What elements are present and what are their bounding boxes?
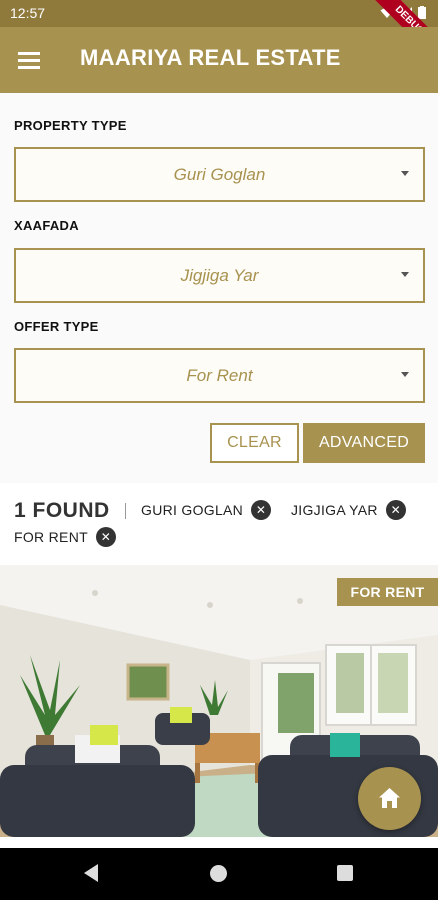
filter-chip-label: FOR RENT — [14, 529, 88, 545]
dropdown-arrow-icon — [401, 372, 409, 377]
xaafada-label: XAAFADA — [14, 218, 79, 233]
close-circle-icon[interactable]: ✕ — [385, 500, 406, 520]
menu-icon[interactable] — [18, 49, 46, 71]
dropdown-arrow-icon — [401, 272, 409, 277]
property-type-label: PROPERTY TYPE — [14, 118, 127, 133]
filter-chip-label: GURI GOGLAN — [141, 502, 244, 518]
back-icon[interactable] — [84, 864, 98, 882]
close-circle-icon[interactable]: ✕ — [251, 500, 272, 520]
status-bar: 12:57 DEBUG — [0, 0, 438, 67]
filter-panel: PROPERTY TYPE Guri Goglan XAAFADA Jigjig… — [0, 93, 438, 483]
offer-badge: FOR RENT — [337, 578, 438, 606]
filter-chip: GURI GOGLAN ✕ — [141, 500, 272, 520]
app-bar: MAARIYA REAL ESTATE — [0, 27, 438, 93]
offer-type-select[interactable]: For Rent — [14, 348, 425, 403]
recents-icon[interactable] — [337, 865, 353, 881]
offer-type-label: OFFER TYPE — [14, 319, 99, 334]
status-time: 12:57 — [10, 5, 46, 21]
close-circle-icon[interactable]: ✕ — [95, 527, 116, 547]
advanced-button[interactable]: ADVANCED — [303, 423, 425, 463]
property-type-select[interactable]: Guri Goglan — [14, 147, 425, 202]
filter-chip: JIGJIGA YAR ✕ — [291, 500, 406, 520]
divider — [125, 503, 126, 519]
filter-chip-label: JIGJIGA YAR — [291, 502, 378, 518]
xaafada-select[interactable]: Jigjiga Yar — [14, 248, 425, 303]
navigation-bar — [0, 848, 438, 900]
results-count: 1 FOUND — [14, 499, 110, 522]
offer-type-value: For Rent — [186, 366, 253, 385]
home-icon — [379, 788, 400, 808]
dropdown-arrow-icon — [401, 171, 409, 176]
home-circle-icon[interactable] — [210, 865, 227, 882]
home-button[interactable] — [358, 767, 421, 830]
xaafada-value: Jigjiga Yar — [180, 266, 259, 285]
results-bar: 1 FOUND GURI GOGLAN ✕ JIGJIGA YAR ✕ FOR … — [0, 483, 438, 565]
battery-icon — [418, 6, 426, 19]
filter-chip: FOR RENT ✕ — [14, 527, 116, 547]
clear-button[interactable]: CLEAR — [210, 423, 299, 463]
app-title: MAARIYA REAL ESTATE — [80, 45, 341, 70]
property-type-value: Guri Goglan — [173, 165, 266, 184]
